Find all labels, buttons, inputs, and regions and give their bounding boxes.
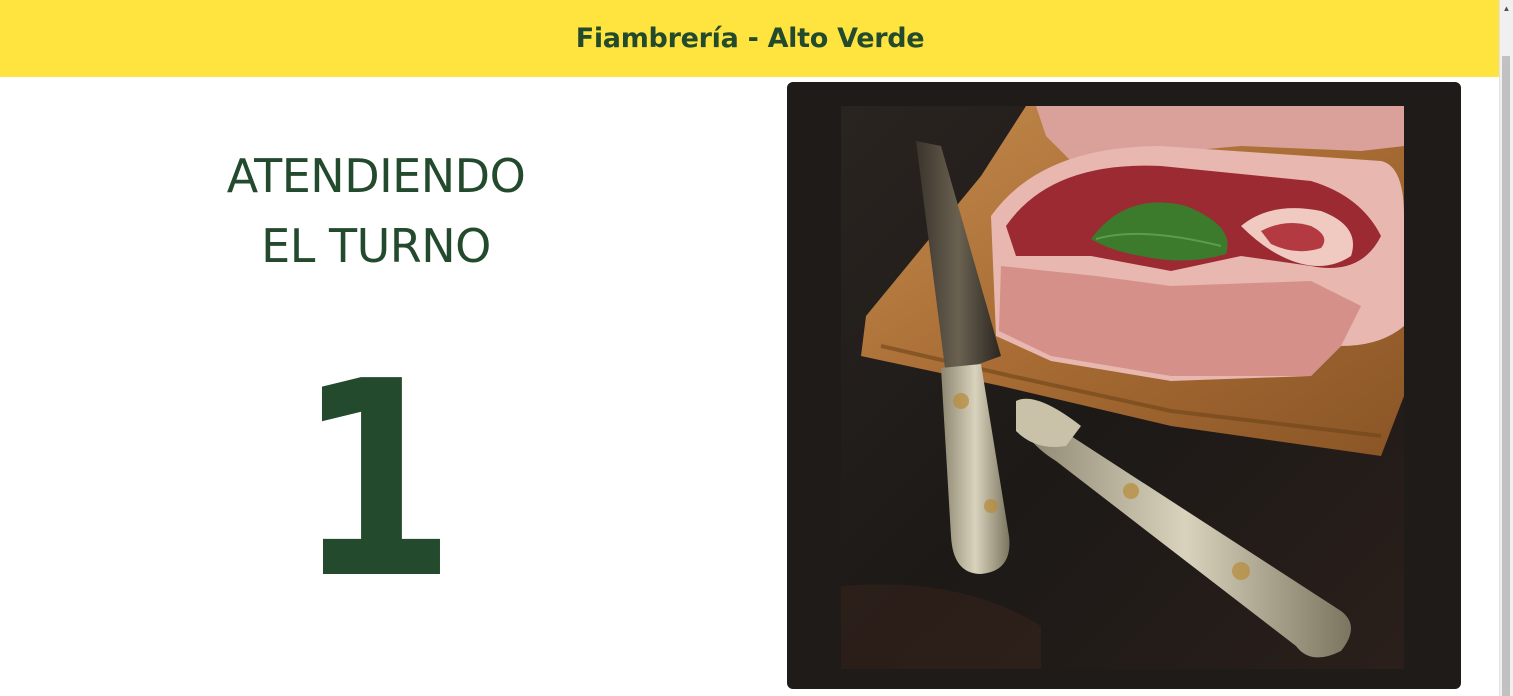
triangle-up-icon[interactable]: ▲ [1500, 2, 1513, 14]
turn-label: ATENDIENDO EL TURNO [227, 141, 526, 281]
turn-panel: ATENDIENDO EL TURNO 1 [0, 77, 752, 696]
turn-number: 1 [296, 323, 456, 638]
meat-photo [841, 106, 1404, 669]
turn-label-line2: EL TURNO [261, 219, 491, 273]
vertical-scrollbar[interactable]: ▲ [1499, 0, 1513, 696]
photo-frame [787, 82, 1461, 689]
turn-label-line1: ATENDIENDO [226, 149, 526, 203]
page-title: Fiambrería - Alto Verde [575, 23, 925, 54]
header-bar: Fiambrería - Alto Verde [0, 0, 1500, 77]
scrollbar-thumb[interactable] [1502, 56, 1510, 696]
